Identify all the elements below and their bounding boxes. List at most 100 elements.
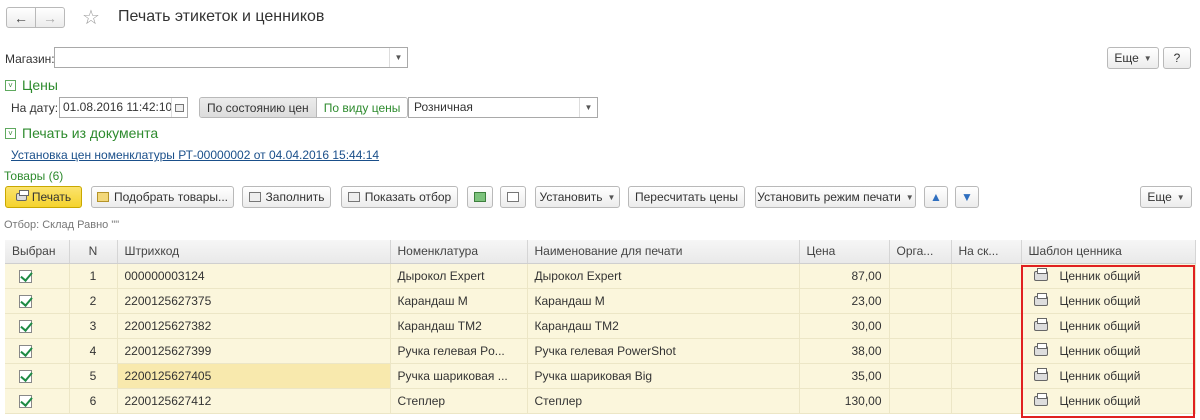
cell-barcode[interactable]: 2200125627375	[117, 288, 391, 314]
more-button-top[interactable]: Еще ▼	[1107, 47, 1159, 69]
pick-goods-button[interactable]: Подобрать товары...	[91, 186, 234, 208]
cell-print-name[interactable]: Ручка шариковая Big	[527, 363, 800, 389]
set-button[interactable]: Установить ▼	[535, 186, 620, 208]
cell-item[interactable]: Карандаш М	[390, 288, 528, 314]
help-button[interactable]: ?	[1163, 47, 1191, 69]
checkbox-checked-icon[interactable]	[19, 294, 32, 308]
move-up-button[interactable]: ▲	[924, 186, 948, 208]
cell-print-name[interactable]: Дырокол Expert	[527, 263, 800, 289]
price-mode-switch[interactable]: По состоянию цен По виду цены	[199, 97, 409, 118]
col-template[interactable]: Шаблон ценника	[1021, 240, 1196, 264]
col-n[interactable]: N	[69, 240, 118, 264]
date-field[interactable]: 01.08.2016 11:42:10	[59, 97, 188, 118]
cell-price[interactable]: 130,00	[799, 388, 890, 414]
cell-print-name[interactable]: Карандаш М	[527, 288, 800, 314]
prices-group-toggle[interactable]: ˅	[5, 80, 16, 91]
chevron-down-icon[interactable]: ▼	[579, 98, 597, 117]
cell-barcode[interactable]: 2200125627412	[117, 388, 391, 414]
cell-print-name[interactable]: Степлер	[527, 388, 800, 414]
cell-print-name[interactable]: Карандаш ТМ2	[527, 313, 800, 339]
cell-price[interactable]: 30,00	[799, 313, 890, 339]
cell-n: 5	[69, 363, 118, 389]
col-print-name[interactable]: Наименование для печати	[527, 240, 800, 264]
recalc-prices-button[interactable]: Пересчитать цены	[628, 186, 745, 208]
selected-checkbox[interactable]	[5, 338, 70, 364]
fill-button[interactable]: Заполнить	[242, 186, 331, 208]
cell-barcode[interactable]: 000000003124	[117, 263, 391, 289]
table-row[interactable]: 3 2200125627382 Карандаш ТМ2 Карандаш ТМ…	[5, 313, 1196, 339]
checkbox-checked-icon[interactable]	[19, 394, 32, 408]
col-price[interactable]: Цена	[799, 240, 890, 264]
cell-barcode[interactable]: 2200125627399	[117, 338, 391, 364]
cell-org[interactable]	[889, 388, 952, 414]
table-row[interactable]: 5 2200125627405 Ручка шариковая ... Ручк…	[5, 363, 1196, 389]
move-down-button[interactable]: ▼	[955, 186, 979, 208]
cell-n: 3	[69, 313, 118, 339]
cell-stock[interactable]	[951, 288, 1022, 314]
cell-price[interactable]: 23,00	[799, 288, 890, 314]
table-row[interactable]: 4 2200125627399 Ручка гелевая Po... Ручк…	[5, 338, 1196, 364]
cell-item[interactable]: Карандаш ТМ2	[390, 313, 528, 339]
price-type-field[interactable]: Розничная ▼	[408, 97, 598, 118]
cell-stock[interactable]	[951, 263, 1022, 289]
print-button[interactable]: Печать	[5, 186, 82, 208]
cell-item[interactable]: Ручка шариковая ...	[390, 363, 528, 389]
excel-button[interactable]	[467, 186, 493, 208]
cell-stock[interactable]	[951, 388, 1022, 414]
mode-by-state[interactable]: По состоянию цен	[200, 98, 317, 117]
copy-button[interactable]	[500, 186, 526, 208]
prices-group-title[interactable]: Цены	[22, 77, 58, 93]
goods-table[interactable]: Выбран N Штрихкод Номенклатура Наименова…	[5, 240, 1196, 414]
cell-stock[interactable]	[951, 313, 1022, 339]
table-row[interactable]: 6 2200125627412 Степлер Степлер 130,00 Ц…	[5, 388, 1196, 414]
selected-checkbox[interactable]	[5, 313, 70, 339]
cell-price[interactable]: 38,00	[799, 338, 890, 364]
cell-org[interactable]	[889, 263, 952, 289]
col-org[interactable]: Орга...	[889, 240, 952, 264]
selected-checkbox[interactable]	[5, 388, 70, 414]
doc-group-toggle[interactable]: ˅	[5, 128, 16, 139]
cell-barcode[interactable]: 2200125627382	[117, 313, 391, 339]
cell-org[interactable]	[889, 363, 952, 389]
store-field[interactable]: ▼	[54, 47, 408, 68]
cell-item[interactable]: Ручка гелевая Po...	[390, 338, 528, 364]
cell-org[interactable]	[889, 313, 952, 339]
star-icon[interactable]: ☆	[82, 5, 100, 30]
col-selected[interactable]: Выбран	[5, 240, 70, 264]
col-item[interactable]: Номенклатура	[390, 240, 528, 264]
checkbox-checked-icon[interactable]	[19, 269, 32, 283]
doc-link[interactable]: Установка цен номенклатуры РТ-00000002 о…	[11, 148, 379, 162]
cell-stock[interactable]	[951, 338, 1022, 364]
set-print-mode-button[interactable]: Установить режим печати ▼	[755, 186, 916, 208]
arrow-down-icon: ▼	[961, 190, 973, 204]
show-filter-button[interactable]: Показать отбор	[341, 186, 458, 208]
checkbox-checked-icon[interactable]	[19, 344, 32, 358]
cell-barcode[interactable]: 2200125627405	[117, 363, 391, 389]
chevron-down-icon: ▼	[1176, 192, 1185, 202]
cell-org[interactable]	[889, 338, 952, 364]
col-barcode[interactable]: Штрихкод	[117, 240, 391, 264]
chevron-down-icon[interactable]: ▼	[389, 48, 407, 67]
forward-button[interactable]: →	[35, 7, 65, 28]
checkbox-checked-icon[interactable]	[19, 369, 32, 383]
table-row[interactable]: 2 2200125627375 Карандаш М Карандаш М 23…	[5, 288, 1196, 314]
selected-checkbox[interactable]	[5, 288, 70, 314]
calendar-icon[interactable]	[171, 98, 187, 117]
selected-checkbox[interactable]	[5, 263, 70, 289]
cell-price[interactable]: 35,00	[799, 363, 890, 389]
mode-by-type[interactable]: По виду цены	[316, 98, 408, 117]
checkbox-checked-icon[interactable]	[19, 319, 32, 333]
col-stock[interactable]: На ск...	[951, 240, 1022, 264]
more-button-goods[interactable]: Еще ▼	[1140, 186, 1192, 208]
table-row[interactable]: 1 000000003124 Дырокол Expert Дырокол Ex…	[5, 263, 1196, 289]
cell-print-name[interactable]: Ручка гелевая PowerShot	[527, 338, 800, 364]
date-label: На дату:	[11, 101, 59, 115]
cell-item[interactable]: Дырокол Expert	[390, 263, 528, 289]
cell-org[interactable]	[889, 288, 952, 314]
back-button[interactable]: ←	[6, 7, 36, 28]
cell-item[interactable]: Степлер	[390, 388, 528, 414]
cell-price[interactable]: 87,00	[799, 263, 890, 289]
selected-checkbox[interactable]	[5, 363, 70, 389]
cell-stock[interactable]	[951, 363, 1022, 389]
doc-group-title[interactable]: Печать из документа	[22, 125, 158, 141]
